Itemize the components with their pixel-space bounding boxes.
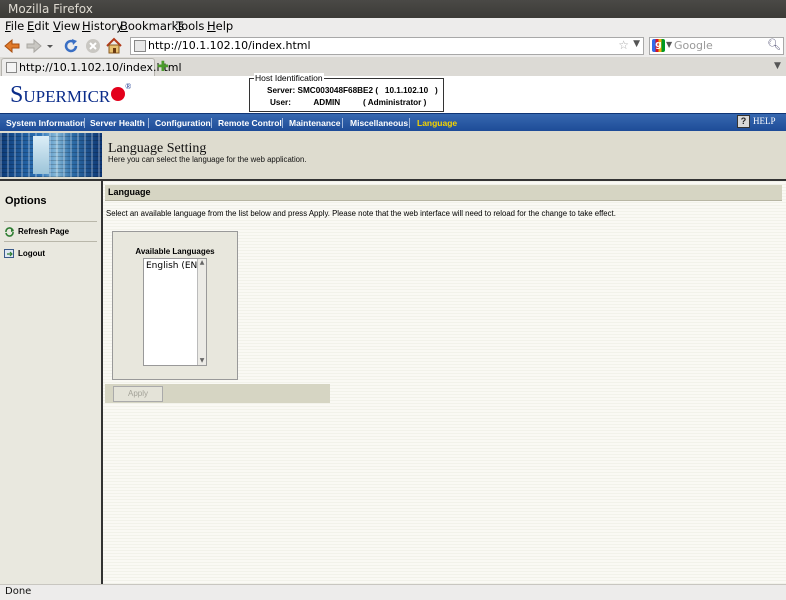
options-title: Options [5, 195, 47, 207]
logout-label[interactable]: Logout [18, 249, 45, 258]
nav-language[interactable]: Language [417, 118, 457, 128]
server-value: SMC003048F68BE2 [297, 86, 374, 95]
menu-tools[interactable]: Tools [176, 19, 204, 33]
sidebar-divider [4, 241, 97, 242]
host-legend: Host Identification [254, 73, 324, 83]
language-listbox[interactable]: English (EN) ▲ ▼ [143, 258, 207, 366]
server-label: Server: [267, 86, 296, 95]
nav-remote-control[interactable]: Remote Control [218, 118, 282, 128]
nav-separator [342, 118, 343, 128]
nav-separator [211, 118, 212, 128]
host-identification-box: Host Identification Server: SMC003048F68… [249, 73, 444, 112]
help-label[interactable]: HELP [753, 116, 776, 126]
scroll-up-icon[interactable]: ▲ [198, 259, 206, 267]
user-label: User: [270, 98, 291, 107]
menu-view[interactable]: View [53, 19, 80, 33]
search-input[interactable]: Google [674, 39, 713, 52]
tab-list-dropdown-icon[interactable]: ▼ [774, 61, 781, 71]
nav-separator [84, 118, 85, 128]
available-languages-label: Available Languages [135, 247, 215, 256]
history-dropdown-icon[interactable] [45, 37, 55, 55]
refresh-page-label[interactable]: Refresh Page [18, 227, 69, 236]
site-identity-icon[interactable] [134, 40, 146, 52]
language-section-header: Language [105, 185, 782, 201]
stop-icon[interactable] [84, 37, 102, 55]
instructions-text: Select an available language from the li… [106, 209, 616, 218]
supermicro-logo: SUPERMICR® [10, 82, 132, 108]
main-nav: System Information Server Health Configu… [0, 113, 786, 132]
help-icon[interactable]: ? [737, 115, 750, 128]
language-option-en[interactable]: English (EN) [146, 261, 201, 271]
server-room-image [0, 133, 102, 177]
status-text: Done [5, 586, 32, 597]
scroll-down-icon[interactable]: ▼ [198, 357, 206, 365]
language-section-title: Language [108, 187, 151, 197]
server-row: Server: SMC003048F68BE2 ( 10.1.102.10 ) [267, 86, 438, 95]
menu-file[interactable]: File [5, 19, 24, 33]
back-icon[interactable] [3, 37, 21, 55]
user-value: ADMIN [313, 98, 341, 107]
search-icon[interactable]: 🔍︎ [767, 38, 781, 51]
nav-server-health[interactable]: Server Health [90, 118, 145, 128]
search-bar[interactable]: g ▼ Google 🔍︎ [649, 37, 784, 55]
nav-separator [282, 118, 283, 128]
browser-tab[interactable]: http://10.1.102.10/index.html [1, 58, 182, 76]
window-title: Mozilla Firefox [8, 2, 93, 16]
logout-icon[interactable] [4, 249, 15, 259]
forward-icon[interactable] [25, 37, 43, 55]
nav-separator [148, 118, 149, 128]
nav-separator [409, 118, 410, 128]
url-dropdown-icon[interactable]: ▼ [633, 39, 640, 49]
google-engine-icon[interactable]: g [652, 39, 665, 52]
page-subtitle: Here you can select the language for the… [108, 155, 307, 164]
menubar: File Edit View History Bookmarks Tools H… [0, 18, 786, 35]
menu-bookmarks[interactable]: Bookmarks [120, 19, 184, 33]
home-icon[interactable] [105, 37, 123, 55]
sidebar-divider [4, 221, 97, 222]
listbox-scrollbar[interactable] [197, 259, 206, 365]
status-bar: Done [0, 584, 786, 600]
engine-dropdown-icon[interactable]: ▼ [666, 40, 672, 49]
menu-help[interactable]: Help [207, 19, 233, 33]
nav-system-information[interactable]: System Information [6, 118, 85, 128]
window-titlebar: Mozilla Firefox [0, 0, 786, 18]
url-input[interactable]: http://10.1.102.10/index.html [148, 39, 311, 52]
user-role: Administrator [367, 98, 422, 107]
url-bar[interactable]: http://10.1.102.10/index.html ☆ ▼ [130, 37, 644, 55]
server-ip: 10.1.102.10 [384, 86, 429, 95]
apply-button[interactable]: Apply [113, 386, 163, 402]
reload-icon[interactable] [62, 37, 80, 55]
nav-miscellaneous[interactable]: Miscellaneous [350, 118, 408, 128]
menu-history[interactable]: History [82, 19, 123, 33]
new-tab-icon[interactable]: ✚ [157, 59, 169, 75]
tab-favicon-icon [6, 62, 17, 73]
nav-maintenance[interactable]: Maintenance [289, 118, 341, 128]
bookmark-star-icon[interactable]: ☆ [618, 38, 629, 52]
menu-edit[interactable]: Edit [27, 19, 49, 33]
refresh-icon[interactable] [4, 227, 15, 237]
user-row: User: ADMIN ( Administrator ) [270, 98, 427, 107]
nav-configuration[interactable]: Configuration [155, 118, 211, 128]
